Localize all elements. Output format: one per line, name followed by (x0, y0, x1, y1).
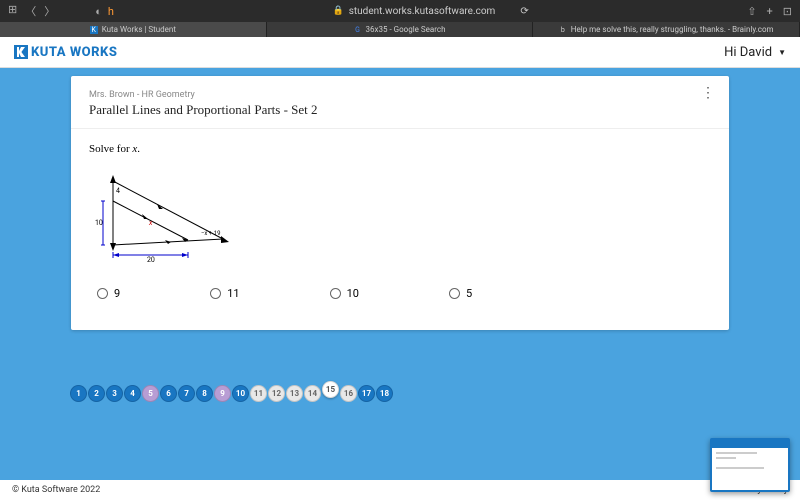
question-pager: 123456789101112131415161718 (70, 385, 393, 402)
radio-icon[interactable] (97, 288, 108, 299)
svg-text:4: 4 (116, 187, 120, 195)
tab-label: 36x35 - Google Search (366, 25, 446, 34)
user-greeting: Hi David (724, 45, 772, 60)
pager-item-1[interactable]: 1 (70, 385, 87, 402)
pager-item-7[interactable]: 7 (178, 385, 195, 402)
divider (71, 128, 729, 129)
pager-item-9[interactable]: 9 (214, 385, 231, 402)
svg-text:x: x (148, 219, 153, 227)
tab-kuta[interactable]: K Kuta Works | Student (0, 22, 267, 37)
lock-icon: 🔒 (333, 6, 344, 16)
pager-item-15[interactable]: 15 (322, 381, 339, 398)
pager-item-14[interactable]: 14 (304, 385, 321, 402)
pager-item-3[interactable]: 3 (106, 385, 123, 402)
tabs-overview-icon[interactable]: ⊡ (783, 5, 792, 18)
choice-label: 11 (227, 287, 239, 300)
brainly-favicon-icon: b (559, 26, 567, 34)
choice-a[interactable]: 9 (97, 287, 120, 300)
choice-c[interactable]: 10 (330, 287, 359, 300)
pager-item-2[interactable]: 2 (88, 385, 105, 402)
logo-text: KUTA WORKS (31, 45, 117, 60)
google-favicon-icon: G (354, 26, 362, 34)
choice-label: 9 (114, 287, 120, 300)
svg-text:−x + 19: −x + 19 (201, 230, 221, 237)
url-bar[interactable]: 🔒 student.works.kutasoftware.com ⟳ (124, 6, 737, 17)
choice-label: 5 (466, 287, 472, 300)
choice-d[interactable]: 5 (449, 287, 472, 300)
pager-item-13[interactable]: 13 (286, 385, 303, 402)
kuta-favicon-icon: K (90, 26, 98, 34)
pager-item-18[interactable]: 18 (376, 385, 393, 402)
svg-text:20: 20 (147, 256, 155, 263)
logo[interactable]: KUTA WORKS (14, 45, 117, 60)
tab-google[interactable]: G 36x35 - Google Search (267, 22, 534, 37)
browser-toolbar: ⊞ 〈 〉 ◐ h 🔒 student.works.kutasoftware.c… (0, 0, 800, 22)
question-prompt: Solve for x. (89, 143, 711, 155)
caret-down-icon: ▼ (778, 48, 786, 57)
radio-icon[interactable] (210, 288, 221, 299)
contrast-icon[interactable]: ◐ (95, 5, 102, 18)
tab-brainly[interactable]: b Help me solve this, really struggling,… (533, 22, 800, 37)
pager-item-16[interactable]: 16 (340, 385, 357, 402)
assignment-title: Parallel Lines and Proportional Parts - … (89, 102, 711, 118)
geometry-figure: 10 4 x −x + 19 20 (93, 173, 711, 267)
pager-item-11[interactable]: 11 (250, 385, 267, 402)
pager-item-8[interactable]: 8 (196, 385, 213, 402)
app-header: KUTA WORKS Hi David ▼ (0, 37, 800, 68)
choice-label: 10 (347, 287, 359, 300)
radio-icon[interactable] (449, 288, 460, 299)
svg-text:10: 10 (95, 219, 103, 227)
pager-item-10[interactable]: 10 (232, 385, 249, 402)
tab-label: Help me solve this, really struggling, t… (571, 25, 774, 34)
content-area: ⋮ Mrs. Brown - HR Geometry Parallel Line… (0, 68, 800, 480)
url-text: student.works.kutasoftware.com (349, 6, 496, 17)
choice-b[interactable]: 11 (210, 287, 239, 300)
pager-item-5[interactable]: 5 (142, 385, 159, 402)
question-card: ⋮ Mrs. Brown - HR Geometry Parallel Line… (71, 76, 729, 330)
screen-preview-thumbnail[interactable] (710, 438, 790, 492)
logo-icon (14, 45, 28, 59)
tab-label: Kuta Works | Student (102, 25, 176, 34)
kebab-menu-icon[interactable]: ⋮ (701, 90, 715, 97)
nav-back-icon[interactable]: 〈 (25, 3, 36, 19)
reload-icon[interactable]: ⟳ (520, 6, 528, 17)
pager-item-4[interactable]: 4 (124, 385, 141, 402)
app-body: KUTA WORKS Hi David ▼ ⋮ Mrs. Brown - HR … (0, 37, 800, 500)
pager-item-17[interactable]: 17 (358, 385, 375, 402)
app-footer: © Kuta Software 2022 Privacy Policy (0, 480, 800, 500)
sidebar-toggle-icon[interactable]: ⊞ (8, 3, 17, 19)
share-icon[interactable]: ⇧ (747, 5, 756, 18)
pager-item-6[interactable]: 6 (160, 385, 177, 402)
honey-ext-icon[interactable]: h (108, 5, 114, 18)
pager-item-12[interactable]: 12 (268, 385, 285, 402)
answer-choices: 9 11 10 5 (89, 287, 711, 300)
breadcrumb: Mrs. Brown - HR Geometry (89, 90, 711, 100)
copyright: © Kuta Software 2022 (12, 485, 100, 495)
nav-forward-icon[interactable]: 〉 (44, 3, 55, 19)
tab-strip: K Kuta Works | Student G 36x35 - Google … (0, 22, 800, 37)
user-menu[interactable]: Hi David ▼ (724, 45, 786, 60)
new-tab-icon[interactable]: + (767, 5, 773, 18)
radio-icon[interactable] (330, 288, 341, 299)
